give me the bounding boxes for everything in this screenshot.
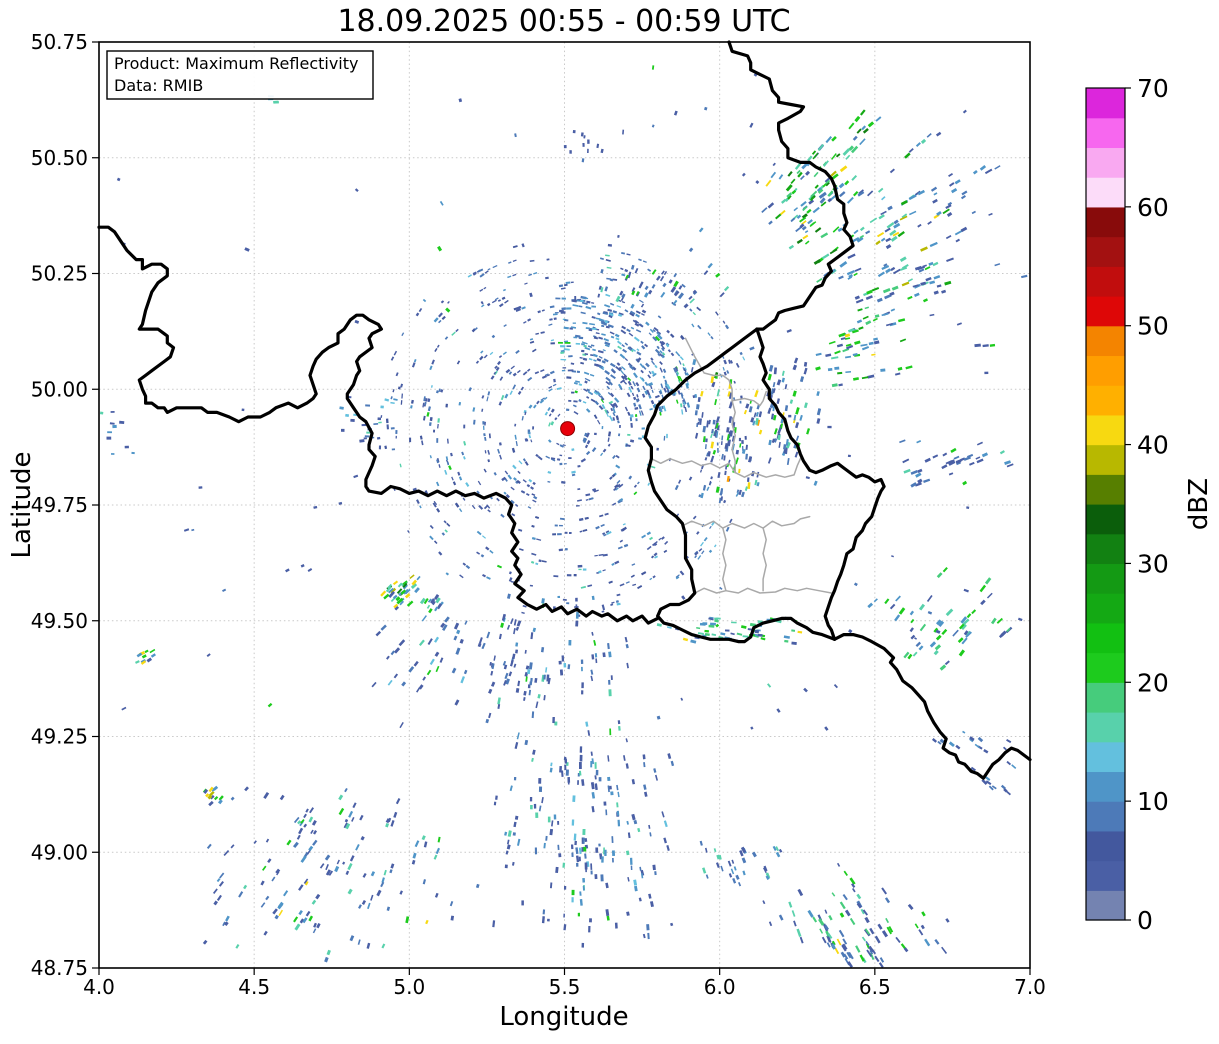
- y-tick-label: 50.00: [31, 377, 88, 401]
- colorbar-tick-label: 40: [1137, 431, 1169, 460]
- colorbar-segment: [1086, 623, 1125, 653]
- radar-figure: 18.09.2025 00:55 - 00:59 UTC 4.04.55.05.…: [0, 0, 1219, 1040]
- colorbar-tick-label: 60: [1137, 193, 1169, 222]
- colorbar-segment: [1086, 593, 1125, 623]
- colorbar-segment: [1086, 474, 1125, 504]
- colorbar-segment: [1086, 296, 1125, 326]
- colorbar-segment: [1086, 147, 1125, 177]
- colorbar-segment: [1086, 118, 1125, 148]
- colorbar-tick-label: 0: [1137, 906, 1153, 935]
- colorbar-segment: [1086, 88, 1125, 118]
- annotation-data-line: Data: RMIB: [114, 76, 203, 95]
- colorbar-segment: [1086, 861, 1125, 891]
- x-tick-label: 6.0: [704, 975, 736, 999]
- y-tick-label: 49.50: [31, 609, 88, 633]
- colorbar-label: dBZ: [1184, 478, 1214, 530]
- colorbar-segment: [1086, 207, 1125, 237]
- colorbar-segment: [1086, 326, 1125, 356]
- x-tick-label: 5.5: [549, 975, 581, 999]
- colorbar-segment: [1086, 653, 1125, 683]
- y-tick-label: 48.75: [31, 956, 88, 980]
- y-tick-label: 49.25: [31, 725, 88, 749]
- colorbar-tick-label: 70: [1137, 74, 1169, 103]
- y-tick-label: 50.50: [31, 146, 88, 170]
- colorbar-segment: [1086, 534, 1125, 564]
- colorbar-segment: [1086, 266, 1125, 296]
- x-tick-label: 4.5: [238, 975, 270, 999]
- colorbar-tick-label: 30: [1137, 549, 1169, 578]
- colorbar-segment: [1086, 712, 1125, 742]
- plot-title: 18.09.2025 00:55 - 00:59 UTC: [337, 4, 790, 39]
- colorbar-tick-label: 10: [1137, 787, 1169, 816]
- y-axis: 48.75 49.00 49.25 49.50 49.75 50.00 50.25 50.50…: [31, 30, 99, 980]
- colorbar-segment: [1086, 237, 1125, 267]
- x-tick-label: 5.0: [393, 975, 425, 999]
- x-axis-label: Longitude: [499, 1002, 628, 1032]
- plot-area: [99, 42, 1030, 968]
- colorbar-segment: [1086, 831, 1125, 861]
- colorbar-segment: [1086, 177, 1125, 207]
- colorbar-segment: [1086, 801, 1125, 831]
- y-tick-label: 49.75: [31, 493, 88, 517]
- colorbar-segment: [1086, 445, 1125, 475]
- colorbar-segment: [1086, 682, 1125, 712]
- colorbar-segment: [1086, 742, 1125, 772]
- colorbar-segment: [1086, 504, 1125, 534]
- y-tick-label: 49.00: [31, 840, 88, 864]
- colorbar-segment: [1086, 355, 1125, 385]
- x-axis: 4.04.55.05.56.06.57.0: [83, 968, 1046, 999]
- radar-chart-canvas: 18.09.2025 00:55 - 00:59 UTC 4.04.55.05.…: [0, 0, 1219, 1040]
- colorbar: 0 10 20 30 40 50 60 70: [1086, 74, 1169, 935]
- y-tick-label: 50.75: [31, 30, 88, 54]
- x-tick-label: 6.5: [859, 975, 891, 999]
- colorbar-segment: [1086, 415, 1125, 445]
- annotation-box: Product: Maximum Reflectivity Data: RMIB: [107, 51, 373, 99]
- colorbar-segment: [1086, 385, 1125, 415]
- annotation-product-line: Product: Maximum Reflectivity: [114, 54, 358, 73]
- colorbar-segment: [1086, 890, 1125, 920]
- colorbar-tick-label: 20: [1137, 668, 1169, 697]
- y-axis-label: Latitude: [7, 451, 37, 558]
- colorbar-tick-label: 50: [1137, 312, 1169, 341]
- colorbar-segment: [1086, 771, 1125, 801]
- radar-site-marker: [561, 422, 575, 436]
- y-tick-label: 50.25: [31, 262, 88, 286]
- colorbar-segment: [1086, 563, 1125, 593]
- x-tick-label: 7.0: [1014, 975, 1046, 999]
